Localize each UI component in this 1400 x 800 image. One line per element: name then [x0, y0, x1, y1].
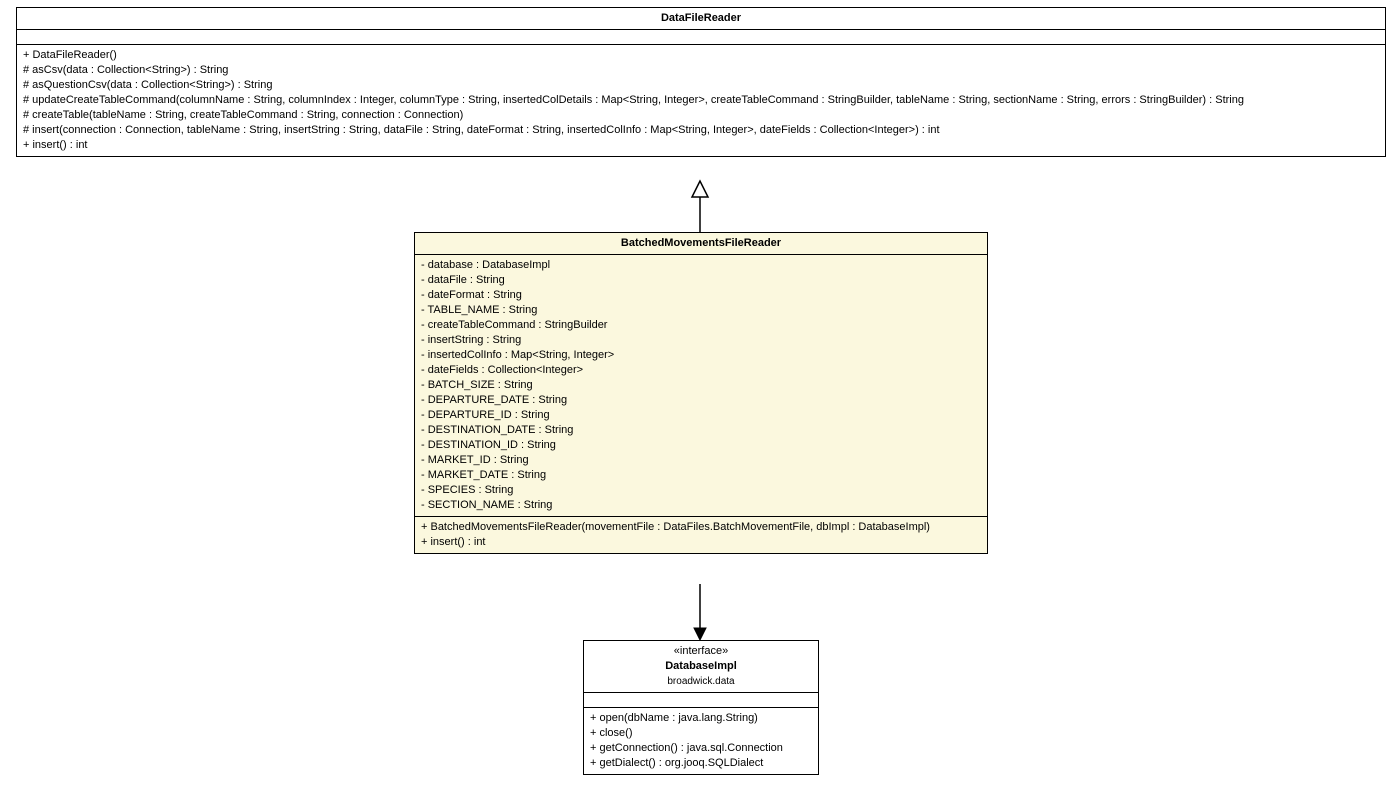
association-arrowhead-icon [694, 628, 706, 640]
connectors-svg [0, 0, 1400, 800]
inheritance-arrowhead-icon [692, 181, 708, 197]
